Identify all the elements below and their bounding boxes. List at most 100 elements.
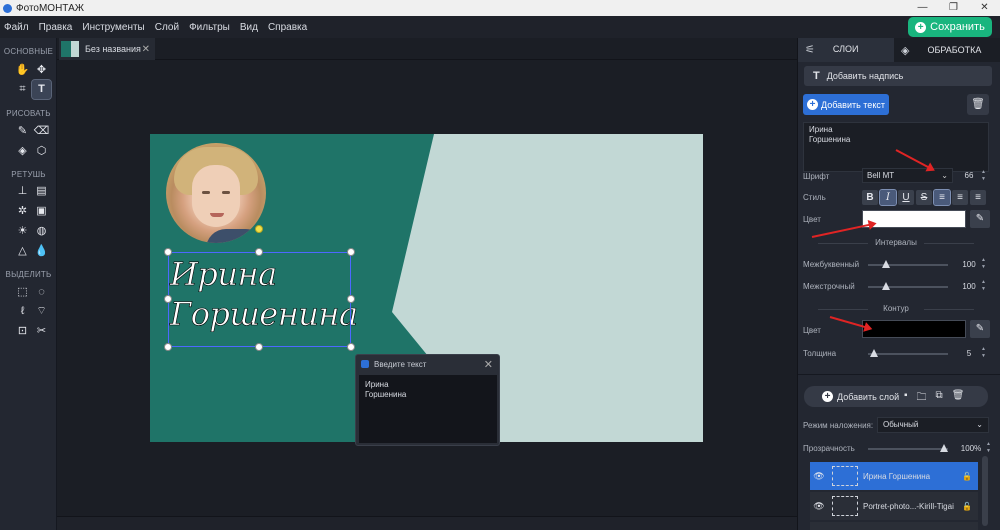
text-color-swatch[interactable]	[862, 210, 966, 228]
move-icon[interactable]: ✥	[32, 61, 51, 80]
wand-select-icon[interactable]: ✂	[32, 322, 51, 341]
underline-button[interactable]: U	[898, 190, 914, 205]
resize-handle[interactable]	[164, 248, 172, 256]
patch-icon[interactable]: ▤	[32, 182, 51, 201]
portrait-photo[interactable]	[166, 143, 266, 243]
spin-down-icon[interactable]: ▼	[981, 176, 987, 182]
outline-color-swatch[interactable]	[862, 320, 966, 338]
selection-box[interactable]	[168, 252, 351, 347]
spin-down-icon[interactable]: ▼	[986, 448, 992, 454]
eye-icon[interactable]: 👁	[812, 471, 826, 482]
poly-lasso-icon[interactable]: ⌔	[32, 302, 51, 321]
align-left-icon[interactable]: ≡	[933, 189, 951, 206]
shapes-icon[interactable]: ⬡	[32, 142, 51, 161]
menu-edit[interactable]: Правка	[39, 22, 73, 33]
slider-knob[interactable]	[940, 444, 948, 452]
align-center-icon[interactable]: ≡	[952, 190, 968, 205]
heal-icon[interactable]: ✲	[13, 202, 32, 221]
close-window-icon[interactable]: ✕	[969, 0, 1000, 16]
spin-up-icon[interactable]: ▲	[981, 279, 987, 285]
resize-handle[interactable]	[164, 343, 172, 351]
stamp-icon[interactable]: ⊥	[13, 182, 32, 201]
duplicate-icon[interactable]: ⧉	[936, 390, 943, 407]
menu-filters[interactable]: Фильтры	[189, 22, 230, 33]
thickness-slider[interactable]	[868, 349, 948, 357]
menu-layer[interactable]: Слой	[155, 22, 179, 33]
opacity-value[interactable]: 100%	[958, 444, 984, 453]
font-size-field[interactable]: 66	[958, 168, 980, 183]
align-right-icon[interactable]: ≡	[970, 190, 986, 205]
tab-processing[interactable]: ◈ ОБРАБОТКА	[894, 38, 1000, 62]
menu-help[interactable]: Справка	[268, 22, 307, 33]
rect-select-icon[interactable]: ⬚	[13, 283, 32, 302]
line-spacing-slider[interactable]	[868, 282, 948, 290]
delete-text-icon[interactable]: 🗑	[967, 94, 989, 115]
minimize-icon[interactable]: —	[907, 0, 938, 16]
thickness-value[interactable]: 5	[958, 349, 980, 358]
line-spacing-value[interactable]: 100	[958, 282, 980, 291]
popup-text-input[interactable]: Ирина Горшенина	[359, 375, 497, 443]
tab-layers[interactable]: ⚟ СЛОИ	[798, 38, 894, 62]
brightness-icon[interactable]: ☀	[13, 222, 32, 241]
letter-spacing-value[interactable]: 100	[958, 260, 980, 269]
spin-up-icon[interactable]: ▲	[986, 441, 992, 447]
add-text-button[interactable]: + Добавить текст	[803, 94, 889, 115]
rotate-handle[interactable]	[255, 225, 263, 233]
lasso-icon[interactable]: ℓ	[13, 302, 32, 321]
spin-down-icon[interactable]: ▼	[981, 286, 987, 292]
spin-up-icon[interactable]: ▲	[981, 257, 987, 263]
blend-mode-select[interactable]: Обычный ⌄	[877, 417, 989, 433]
layer-mask-icon[interactable]: ▪	[904, 390, 908, 407]
resize-handle[interactable]	[347, 248, 355, 256]
layers-scrollbar[interactable]	[982, 456, 988, 526]
italic-button[interactable]: I	[879, 189, 897, 206]
letter-spacing-slider[interactable]	[868, 260, 948, 268]
spin-down-icon[interactable]: ▼	[981, 353, 987, 359]
layer-item[interactable]: 👁 Ирина Горшенина 🔓	[810, 462, 978, 490]
spin-down-icon[interactable]: ▼	[981, 264, 987, 270]
drop-icon[interactable]: 💧	[32, 242, 51, 261]
crop-icon[interactable]: ⌗	[13, 80, 32, 99]
document-tab[interactable]: Без названия ✕	[59, 38, 155, 60]
strike-button[interactable]: S	[916, 190, 932, 205]
layer-item[interactable]: 👁 Portret-photo...-Kirill-Tigai 🔓	[810, 492, 978, 520]
resize-handle[interactable]	[255, 248, 263, 256]
folder-icon[interactable]: 🗀	[917, 390, 927, 407]
restore-icon[interactable]: ❐	[938, 0, 969, 16]
text-icon[interactable]: T	[31, 79, 52, 100]
spin-up-icon[interactable]: ▲	[981, 169, 987, 175]
menu-view[interactable]: Вид	[240, 22, 258, 33]
eye-icon[interactable]: 👁	[812, 501, 826, 512]
resize-handle[interactable]	[255, 343, 263, 351]
slider-knob[interactable]	[882, 282, 891, 290]
layer-item[interactable]	[810, 522, 978, 530]
eyedropper-icon[interactable]: ✎	[970, 210, 990, 228]
resize-handle[interactable]	[347, 343, 355, 351]
slider-knob[interactable]	[882, 260, 891, 268]
hand-icon[interactable]: ✋	[13, 61, 32, 80]
font-select[interactable]: Bell MT ⌄	[862, 168, 953, 183]
ellipse-select-icon[interactable]: ◌	[32, 283, 51, 302]
frame-icon[interactable]: ▣	[32, 202, 51, 221]
resize-handle[interactable]	[164, 295, 172, 303]
menu-file[interactable]: Файл	[4, 22, 29, 33]
save-button[interactable]: + Сохранить	[908, 17, 992, 37]
add-title-button[interactable]: T Добавить надпись	[804, 66, 992, 86]
magic-wand-icon[interactable]: ⊡	[13, 322, 32, 341]
sharpen-icon[interactable]: △	[13, 242, 32, 261]
close-tab-icon[interactable]: ✕	[142, 44, 150, 55]
fill-icon[interactable]: ◈	[13, 142, 32, 161]
bold-button[interactable]: B	[862, 190, 878, 205]
blur-icon[interactable]: ◍	[32, 222, 51, 241]
lock-icon[interactable]: 🔓	[962, 502, 972, 511]
eyedropper-icon[interactable]: ✎	[970, 320, 990, 338]
opacity-slider[interactable]	[868, 444, 948, 452]
text-content-field[interactable]: Ирина Горшенина	[803, 122, 989, 172]
menu-tools[interactable]: Инструменты	[82, 22, 144, 33]
delete-layer-icon[interactable]: 🗑	[952, 390, 965, 407]
close-icon[interactable]: ✕	[484, 358, 493, 371]
resize-handle[interactable]	[347, 295, 355, 303]
eraser-icon[interactable]: ⌫	[32, 122, 51, 141]
lock-icon[interactable]: 🔓	[962, 472, 972, 481]
slider-knob[interactable]	[870, 349, 879, 357]
